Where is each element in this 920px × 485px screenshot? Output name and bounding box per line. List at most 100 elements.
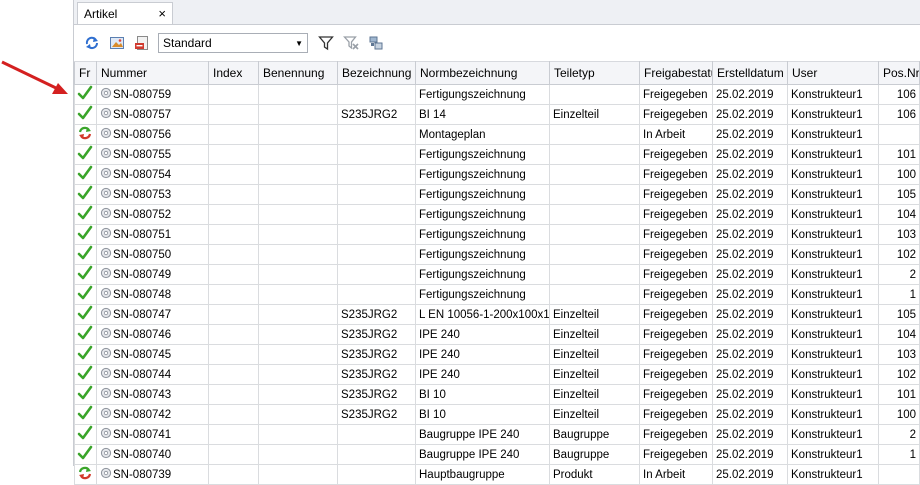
cell-nummer: SN-080759 [96, 84, 209, 105]
table-row[interactable]: SN-080745 S235JRG2 IPE 240 Einzelteil Freige… [74, 344, 920, 365]
cell-index [208, 164, 259, 185]
col-header-nummer[interactable]: Nummer [96, 61, 209, 85]
clear-filter-icon[interactable] [340, 32, 362, 54]
released-check-icon [74, 84, 97, 105]
cell-normbezeichnung: Fertigungszeichnung [415, 224, 550, 245]
col-header-fr[interactable]: Fr [74, 61, 97, 85]
cell-normbezeichnung: IPE 240 [415, 364, 550, 385]
cell-bezeichnung [337, 464, 416, 485]
cell-teiletyp: Einzelteil [549, 384, 640, 405]
table-row[interactable]: SN-080746 S235JRG2 IPE 240 Einzelteil Freige… [74, 324, 920, 345]
col-header-bezeichnung[interactable]: Bezeichnung [337, 61, 416, 85]
table-row[interactable]: SN-080751 Fertigungszeichnung Freigegeben 2… [74, 224, 920, 245]
table-row[interactable]: SN-080756 Montageplan In Arbeit 25.02.2019 K… [74, 124, 920, 145]
cell-nummer: SN-080755 [96, 144, 209, 165]
cell-benennung [258, 304, 338, 325]
column-settings-icon[interactable] [365, 32, 387, 54]
cell-teiletyp: Baugruppe [549, 424, 640, 445]
table-row[interactable]: SN-080752 Fertigungszeichnung Freigegeben 2… [74, 204, 920, 225]
cell-teiletyp: Produkt [549, 464, 640, 485]
col-header-normbezeichnung[interactable]: Normbezeichnung [415, 61, 550, 85]
cell-teiletyp: Einzelteil [549, 304, 640, 325]
cell-user: Konstrukteur1 [787, 404, 879, 425]
table-row[interactable]: SN-080759 Fertigungszeichnung Freigegeben 2… [74, 84, 920, 105]
cell-user: Konstrukteur1 [787, 364, 879, 385]
cell-posnr [878, 124, 920, 145]
cell-user: Konstrukteur1 [787, 284, 879, 305]
in-work-status-icon [74, 124, 97, 145]
cell-user: Konstrukteur1 [787, 444, 879, 465]
cell-nummer: SN-080745 [96, 344, 209, 365]
pdf-document-icon[interactable] [131, 32, 153, 54]
cell-freigabestatus: Freigegeben [639, 444, 713, 465]
table-row[interactable]: SN-080742 S235JRG2 BI 10 Einzelteil Freigege… [74, 404, 920, 425]
cell-freigabestatus: Freigegeben [639, 324, 713, 345]
table-row[interactable]: SN-080747 S235JRG2 L EN 10056-1-200x100x12… [74, 304, 920, 325]
cell-freigabestatus: In Arbeit [639, 124, 713, 145]
filter-icon[interactable] [315, 32, 337, 54]
cell-posnr: 102 [878, 244, 920, 265]
released-check-icon [74, 364, 97, 385]
cell-index [208, 204, 259, 225]
table-row[interactable]: SN-080748 Fertigungszeichnung Freigegeben 2… [74, 284, 920, 305]
col-header-user[interactable]: User [787, 61, 879, 85]
cell-posnr: 103 [878, 344, 920, 365]
table-row[interactable]: SN-080741 Baugruppe IPE 240 Baugruppe Freig… [74, 424, 920, 445]
image-preview-icon[interactable] [106, 32, 128, 54]
cell-teiletyp [549, 244, 640, 265]
cell-user: Konstrukteur1 [787, 144, 879, 165]
table-row[interactable]: SN-080754 Fertigungszeichnung Freigegeben 2… [74, 164, 920, 185]
table-row[interactable]: SN-080749 Fertigungszeichnung Freigegeben 2… [74, 264, 920, 285]
view-select[interactable]: Standard ▼ [158, 33, 308, 53]
cell-erstelldatum: 25.02.2019 [712, 84, 788, 105]
col-header-teiletyp[interactable]: Teiletyp [549, 61, 640, 85]
table-row[interactable]: SN-080739 Hauptbaugruppe Produkt In Arbeit 2… [74, 464, 920, 485]
col-header-benennung[interactable]: Benennung [258, 61, 338, 85]
cell-erstelldatum: 25.02.2019 [712, 444, 788, 465]
item-gear-icon [100, 307, 112, 322]
table-row[interactable]: SN-080757 S235JRG2 BI 14 Einzelteil Freigege… [74, 104, 920, 125]
cell-benennung [258, 144, 338, 165]
cell-teiletyp: Einzelteil [549, 364, 640, 385]
table-row[interactable]: SN-080750 Fertigungszeichnung Freigegeben 2… [74, 244, 920, 265]
tab-artikel[interactable]: Artikel × [77, 2, 173, 24]
item-gear-icon [100, 267, 112, 282]
item-gear-icon [100, 447, 112, 462]
cell-nummer: SN-080743 [96, 384, 209, 405]
table-row[interactable]: SN-080753 Fertigungszeichnung Freigegeben 2… [74, 184, 920, 205]
refresh-icon[interactable] [81, 32, 103, 54]
cell-index [208, 264, 259, 285]
cell-posnr: 101 [878, 384, 920, 405]
col-header-index[interactable]: Index [208, 61, 259, 85]
cell-benennung [258, 184, 338, 205]
item-number: SN-080757 [113, 108, 172, 121]
table-row[interactable]: SN-080744 S235JRG2 IPE 240 Einzelteil Freige… [74, 364, 920, 385]
cell-posnr: 105 [878, 184, 920, 205]
cell-benennung [258, 384, 338, 405]
cell-nummer: SN-080752 [96, 204, 209, 225]
released-check-icon [74, 304, 97, 325]
table-row[interactable]: SN-080743 S235JRG2 BI 10 Einzelteil Freigege… [74, 384, 920, 405]
tab-label: Artikel [84, 6, 118, 21]
cell-freigabestatus: Freigegeben [639, 364, 713, 385]
cell-posnr: 1 [878, 284, 920, 305]
released-check-icon [74, 104, 97, 125]
cell-bezeichnung [337, 164, 416, 185]
cell-posnr: 105 [878, 304, 920, 325]
cell-bezeichnung [337, 224, 416, 245]
cell-benennung [258, 224, 338, 245]
cell-benennung [258, 464, 338, 485]
tab-close-icon[interactable]: × [158, 7, 166, 20]
cell-bezeichnung [337, 264, 416, 285]
red-arrow-annotation [1, 60, 68, 94]
table-row[interactable]: SN-080740 Baugruppe IPE 240 Baugruppe Freig… [74, 444, 920, 465]
cell-teiletyp [549, 284, 640, 305]
table-row[interactable]: SN-080755 Fertigungszeichnung Freigegeben 2… [74, 144, 920, 165]
cell-teiletyp [549, 164, 640, 185]
released-check-icon [74, 444, 97, 465]
item-number: SN-080742 [113, 408, 172, 421]
col-header-freigabestatus[interactable]: Freigabestatus [639, 61, 713, 85]
col-header-erstelldatum[interactable]: Erstelldatum [712, 61, 788, 85]
item-gear-icon [100, 167, 112, 182]
col-header-posnr[interactable]: Pos.Nr [878, 61, 920, 85]
